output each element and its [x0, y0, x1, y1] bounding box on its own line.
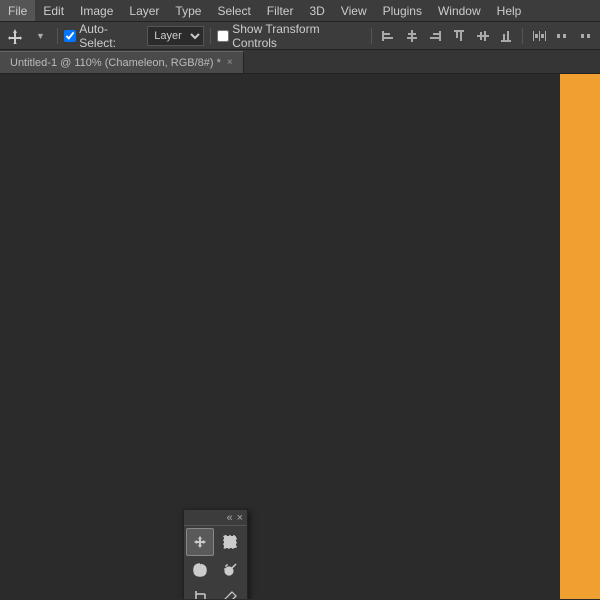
menu-file[interactable]: File	[0, 0, 35, 21]
transform-controls-label[interactable]: Show Transform Controls	[217, 22, 365, 50]
options-sep-2	[210, 28, 211, 44]
menu-window[interactable]: Window	[430, 0, 489, 21]
options-sep-4	[522, 28, 523, 44]
align-top-edges-btn[interactable]	[449, 26, 469, 46]
quick-selection-tool-btn[interactable]	[216, 556, 244, 584]
align-right-edges-btn[interactable]	[425, 26, 445, 46]
auto-select-checkbox[interactable]	[64, 30, 76, 42]
options-dropdown-arrow[interactable]: ▼	[30, 25, 52, 47]
layer-kind-select[interactable]: Layer Group	[147, 26, 204, 46]
toolbox-header: « ×	[184, 510, 247, 526]
menu-type[interactable]: Type	[167, 0, 209, 21]
options-sep-3	[371, 28, 372, 44]
tab-bar: Untitled-1 @ 110% (Chameleon, RGB/8#) * …	[0, 50, 600, 74]
canvas-orange	[560, 74, 600, 599]
align-left-edges-btn[interactable]	[378, 26, 398, 46]
canvas-area: « ×	[0, 74, 600, 599]
align-bottom-edges-btn[interactable]	[496, 26, 516, 46]
align-center-v-btn[interactable]	[402, 26, 422, 46]
menu-plugins[interactable]: Plugins	[375, 0, 430, 21]
menu-view[interactable]: View	[333, 0, 375, 21]
toolbox: « ×	[183, 509, 248, 599]
options-bar: ▼ Auto-Select: Layer Group Show Transfor…	[0, 22, 600, 50]
menu-bar: File Edit Image Layer Type Select Filter…	[0, 0, 600, 22]
menu-layer[interactable]: Layer	[121, 0, 167, 21]
tab-label: Untitled-1 @ 110% (Chameleon, RGB/8#) *	[10, 57, 221, 69]
toolbox-close-btn[interactable]: ×	[237, 512, 243, 524]
menu-help[interactable]: Help	[489, 0, 530, 21]
distribute-left-btn[interactable]	[529, 26, 549, 46]
tab-close-btn[interactable]: ×	[227, 57, 233, 68]
transform-controls-checkbox[interactable]	[217, 30, 229, 42]
distribute-right-btn[interactable]	[576, 26, 596, 46]
menu-filter[interactable]: Filter	[259, 0, 302, 21]
menu-image[interactable]: Image	[72, 0, 121, 21]
options-move-icon[interactable]	[4, 25, 26, 47]
toolbox-collapse-btn[interactable]: «	[226, 512, 232, 524]
menu-3d[interactable]: 3D	[301, 0, 332, 21]
auto-select-label[interactable]: Auto-Select:	[64, 22, 143, 50]
menu-edit[interactable]: Edit	[35, 0, 72, 21]
options-sep-1	[57, 28, 58, 44]
crop-tool-btn[interactable]	[186, 584, 214, 599]
document-tab[interactable]: Untitled-1 @ 110% (Chameleon, RGB/8#) * …	[0, 51, 244, 73]
align-center-h-btn[interactable]	[473, 26, 493, 46]
toolbox-grid: T	[184, 526, 247, 599]
eyedropper-tool-btn[interactable]	[216, 584, 244, 599]
marquee-tool-btn[interactable]	[216, 528, 244, 556]
distribute-center-btn[interactable]	[553, 26, 573, 46]
menu-select[interactable]: Select	[209, 0, 258, 21]
move-tool-btn[interactable]	[186, 528, 214, 556]
lasso-tool-btn[interactable]	[186, 556, 214, 584]
